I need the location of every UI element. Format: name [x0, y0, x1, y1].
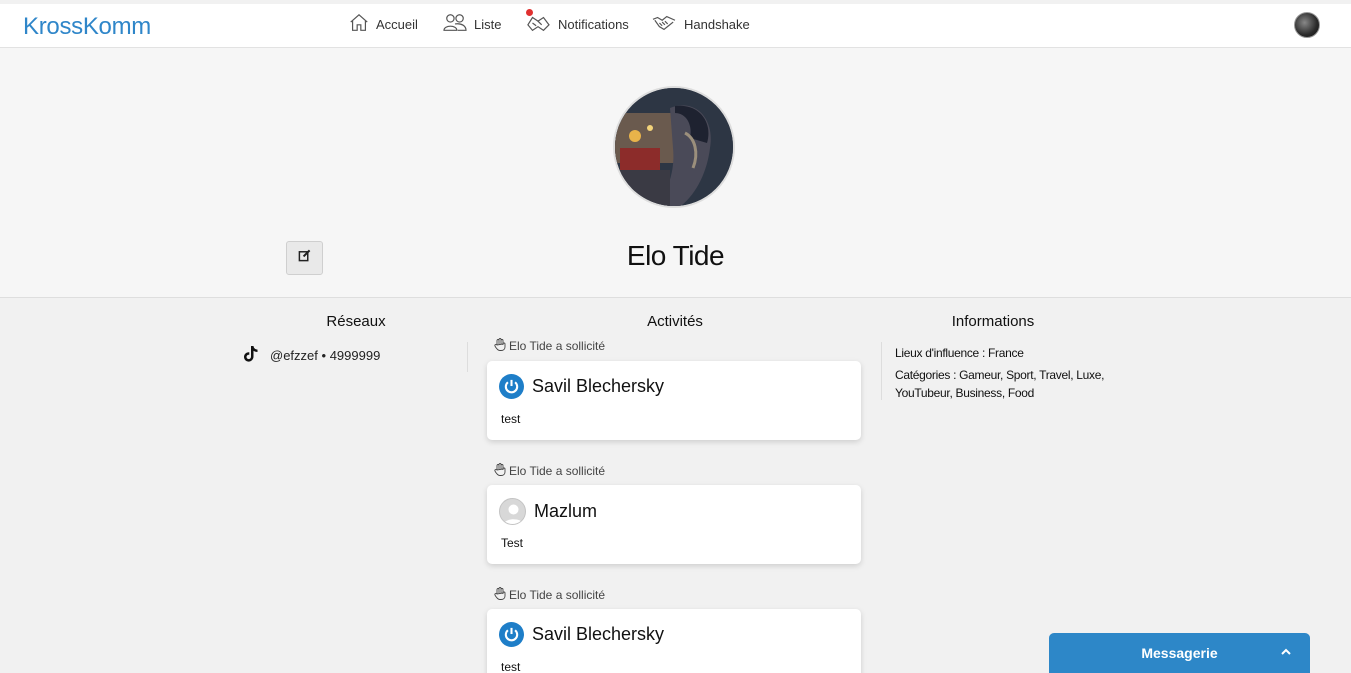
- power-icon: [499, 622, 524, 647]
- profile-name: Elo Tide: [626, 240, 725, 271]
- info-lieux: Lieux d'influence : France: [895, 346, 1024, 360]
- divider: [881, 342, 882, 400]
- hand-icon: [494, 463, 506, 479]
- home-icon: [348, 12, 370, 37]
- nav-liste-label: Liste: [474, 16, 502, 32]
- activity-card-text: test: [501, 660, 521, 673]
- messagerie-panel-toggle[interactable]: Messagerie: [1049, 633, 1310, 673]
- navbar: KrossKomm Accueil Liste Notifications Ha…: [0, 4, 1351, 48]
- divider: [467, 342, 468, 372]
- tiktok-icon: [244, 346, 258, 365]
- user-avatar-menu[interactable]: [1294, 12, 1320, 38]
- activity-card-name: Savil Blechersky: [532, 624, 665, 644]
- activity-card[interactable]: Savil Blechersky test: [487, 361, 861, 440]
- reseaux-title: Réseaux: [326, 313, 386, 330]
- activity-card[interactable]: Mazlum Test: [487, 485, 861, 564]
- nav-liste[interactable]: Liste: [442, 12, 501, 36]
- network-handle: @efzzef: [270, 348, 318, 363]
- activity-card[interactable]: Savil Blechersky test: [487, 609, 861, 673]
- bell-icon: [524, 8, 552, 37]
- power-icon: [499, 374, 524, 399]
- informations-block: Lieux d'influence : France Catégories : …: [895, 344, 1125, 406]
- hand-icon: [494, 338, 506, 354]
- chevron-up-icon: [1280, 645, 1292, 663]
- activity-label-text: Elo Tide a sollicité: [509, 464, 606, 478]
- nav-handshake[interactable]: Handshake: [650, 12, 750, 36]
- nav-notifications-label: Notifications: [558, 16, 629, 32]
- info-categories: Catégories : Gameur, Sport, Travel, Luxe…: [895, 368, 1105, 400]
- users-icon: [442, 12, 468, 37]
- activity-card-name: Mazlum: [534, 501, 598, 521]
- nav-notifications[interactable]: Notifications: [524, 8, 629, 37]
- notification-badge: [526, 8, 533, 16]
- profile-header: Elo Tide: [0, 48, 1351, 298]
- network-item[interactable]: @efzzef • 4999999: [244, 346, 380, 365]
- activity-card-text: Test: [501, 536, 524, 550]
- activity-card-text: test: [501, 412, 521, 426]
- activity-label: Elo Tide a sollicité: [494, 338, 605, 354]
- messagerie-label: Messagerie: [1141, 645, 1218, 661]
- nav-accueil-label: Accueil: [376, 16, 418, 32]
- informations-title: Informations: [951, 313, 1035, 330]
- profile-avatar: [613, 86, 735, 208]
- handshake-icon: [650, 12, 678, 37]
- activity-label: Elo Tide a sollicité: [494, 587, 605, 603]
- activites-title: Activités: [647, 313, 703, 330]
- network-separator: •: [321, 348, 327, 363]
- activity-card-name: Savil Blechersky: [532, 376, 665, 396]
- nav-accueil[interactable]: Accueil: [348, 12, 418, 36]
- nav-handshake-label: Handshake: [684, 16, 750, 32]
- activity-label-text: Elo Tide a sollicité: [509, 588, 606, 602]
- hand-icon: [494, 587, 506, 603]
- default-avatar-icon: [499, 498, 526, 525]
- activity-label-text: Elo Tide a sollicité: [509, 339, 606, 353]
- brand-logo[interactable]: KrossKomm: [23, 13, 151, 41]
- network-followers: 4999999: [329, 348, 381, 363]
- activity-label: Elo Tide a sollicité: [494, 463, 605, 479]
